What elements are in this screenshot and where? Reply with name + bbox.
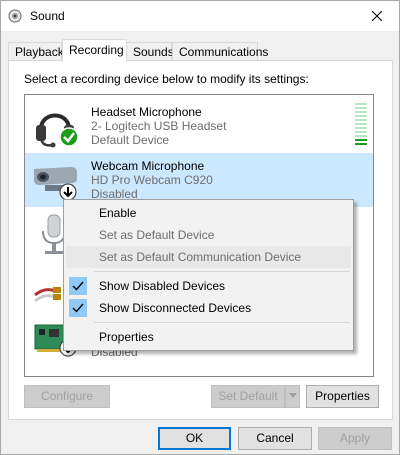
sound-dialog: Sound Playback Recording Sounds Communic…	[0, 0, 400, 455]
device-status: Default Device	[91, 133, 170, 147]
menu-item-set-default-communication[interactable]: Set as Default Communication Device	[66, 246, 351, 268]
default-check-icon	[59, 127, 79, 147]
tab-playback[interactable]: Playback	[8, 42, 64, 61]
level-meter-segment	[355, 127, 367, 129]
checkmark-icon	[69, 299, 87, 317]
set-default-dropdown[interactable]	[285, 385, 300, 408]
level-meter	[355, 103, 367, 149]
apply-button[interactable]: Apply	[318, 427, 392, 450]
menu-item-properties[interactable]: Properties	[66, 326, 351, 348]
menu-item-label: Show Disconnected Devices	[99, 301, 252, 315]
level-meter-segment	[355, 111, 367, 113]
menu-item-set-default-device[interactable]: Set as Default Device	[66, 224, 351, 246]
menu-separator	[94, 271, 350, 272]
menu-separator	[94, 322, 350, 323]
level-meter-segment	[355, 135, 367, 137]
properties-button[interactable]: Properties	[306, 385, 379, 408]
device-hardware: HD Pro Webcam C920	[91, 173, 213, 187]
checkmark-icon	[69, 277, 87, 295]
level-meter-segment	[355, 107, 367, 109]
cancel-button[interactable]: Cancel	[238, 427, 312, 450]
close-icon	[371, 11, 382, 21]
level-meter-segment	[355, 131, 367, 133]
device-hardware: 2- Logitech USB Headset	[91, 119, 227, 133]
window-title: Sound	[30, 9, 65, 23]
speaker-icon	[8, 9, 22, 23]
configure-button[interactable]: Configure	[24, 385, 110, 408]
level-meter-segment	[355, 123, 367, 125]
level-meter-segment	[355, 119, 367, 121]
device-headset-microphone[interactable]: Headset Microphone 2- Logitech USB Heads…	[25, 99, 373, 153]
level-meter-segment	[355, 103, 367, 105]
instruction-text: Select a recording device below to modif…	[24, 72, 309, 86]
context-menu: Enable Set as Default Device Set as Defa…	[63, 199, 354, 351]
tab-communications[interactable]: Communications	[172, 42, 268, 61]
level-meter-segment	[355, 115, 367, 117]
chevron-down-icon	[288, 393, 297, 398]
ok-button[interactable]: OK	[158, 427, 231, 450]
title-bar[interactable]: Sound	[1, 1, 399, 31]
close-button[interactable]	[354, 1, 399, 31]
level-meter-segment	[355, 139, 367, 141]
device-name: Webcam Microphone	[91, 159, 205, 173]
device-name: Headset Microphone	[91, 105, 202, 119]
tab-recording[interactable]: Recording	[62, 39, 127, 62]
menu-item-show-disabled[interactable]: Show Disabled Devices	[66, 275, 351, 297]
menu-item-show-disconnected[interactable]: Show Disconnected Devices	[66, 297, 351, 319]
menu-item-label: Show Disabled Devices	[99, 279, 226, 293]
tab-sounds[interactable]: Sounds	[126, 42, 174, 61]
set-default-button[interactable]: Set Default	[211, 385, 285, 408]
menu-item-enable[interactable]: Enable	[66, 202, 351, 224]
level-meter-segment	[355, 143, 367, 145]
